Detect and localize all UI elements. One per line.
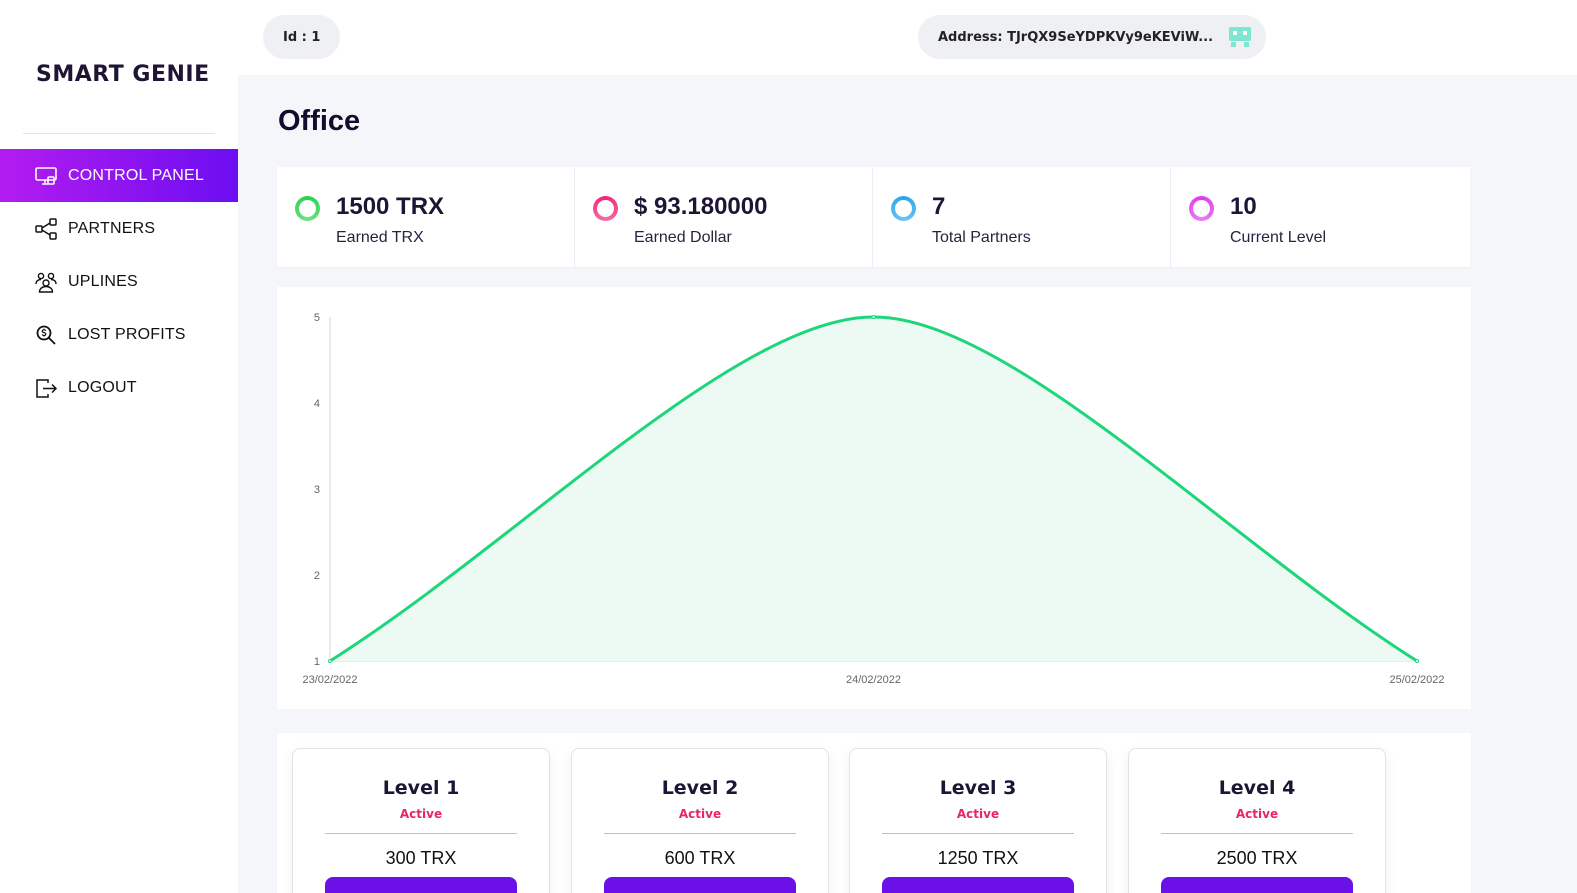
earnings-chart: 1 2 3 4 5 23/02/2022 24/02/2022 25/02/2022: [302, 312, 1444, 686]
stat-value: $ 93.180000: [634, 193, 768, 220]
level-status: Active: [1235, 807, 1279, 821]
user-id-text: Id : 1: [283, 29, 321, 45]
level-divider: [882, 833, 1074, 834]
level-status: Active: [399, 807, 443, 821]
sidebar: SMART GENIE CONTROL PANEL PARTNERS UPLIN…: [0, 0, 238, 893]
main-content: Office 1500 TRX Earned TRX $ 93.180000 E…: [238, 75, 1577, 893]
stat-label: Total Partners: [932, 229, 1031, 246]
stat-earned-trx: 1500 TRX Earned TRX: [277, 167, 575, 267]
wallet-address-text: Address: TJrQX9SeYDPKVy9eKEViW...: [938, 29, 1214, 45]
level-price: 600 TRX: [664, 848, 736, 868]
ring-icon: [295, 196, 320, 221]
sidebar-divider: [23, 133, 215, 134]
search-dollar-icon: [34, 323, 58, 347]
sidebar-item-label: CONTROL PANEL: [68, 166, 204, 184]
level-card: Level 2 Active 600 TRX: [571, 748, 829, 893]
data-point: [871, 315, 876, 319]
level-divider: [325, 833, 517, 834]
sidebar-item-uplines[interactable]: UPLINES: [0, 255, 238, 308]
logout-icon: [34, 376, 58, 400]
stat-current-level: 10 Current Level: [1171, 167, 1469, 267]
ring-icon: [891, 196, 916, 221]
sidebar-item-logout[interactable]: LOGOUT: [0, 361, 238, 414]
share-icon: [34, 217, 58, 241]
sidebar-item-label: PARTNERS: [68, 219, 156, 237]
ring-icon: [593, 196, 618, 221]
chart-area-fill: [330, 317, 1417, 661]
level-action-button[interactable]: [1161, 877, 1353, 893]
level-action-button[interactable]: [325, 877, 517, 893]
level-price: 2500 TRX: [1216, 848, 1298, 868]
level-action-button[interactable]: [882, 877, 1074, 893]
ring-icon: [1189, 196, 1214, 221]
sidebar-item-label: LOGOUT: [68, 378, 137, 396]
x-tick-label: 23/02/2022: [302, 674, 357, 686]
level-name: Level 3: [939, 777, 1017, 799]
level-name: Level 1: [382, 777, 460, 799]
y-tick-label: 4: [314, 398, 320, 410]
level-action-button[interactable]: [604, 877, 796, 893]
level-price: 1250 TRX: [937, 848, 1019, 868]
level-status: Active: [678, 807, 722, 821]
user-id-badge: Id : 1: [263, 15, 341, 59]
level-name: Level 4: [1218, 777, 1296, 799]
users-icon: [34, 270, 58, 294]
wallet-address-pill[interactable]: Address: TJrQX9SeYDPKVy9eKEViW...: [918, 15, 1266, 59]
stat-value: 1500 TRX: [336, 193, 445, 220]
y-tick-label: 5: [314, 312, 320, 324]
levels-section: Level 1 Active 300 TRX Level 2 Active 60…: [277, 733, 1471, 893]
level-price: 300 TRX: [385, 848, 457, 868]
app-root: SMART GENIE CONTROL PANEL PARTNERS UPLIN…: [0, 0, 1577, 893]
stat-label: Earned TRX: [336, 229, 424, 246]
monitor-icon: [34, 164, 58, 188]
robot-avatar-icon: [1228, 25, 1252, 49]
page-title: Office: [278, 105, 361, 137]
stat-label: Current Level: [1230, 229, 1327, 246]
x-tick-label: 25/02/2022: [1389, 674, 1444, 686]
x-tick-label: 24/02/2022: [846, 674, 901, 686]
top-bar: Id : 1 Address: TJrQX9SeYDPKVy9eKEViW...: [238, 0, 1577, 75]
stat-earned-dollar: $ 93.180000 Earned Dollar: [575, 167, 873, 267]
level-status: Active: [956, 807, 1000, 821]
stat-value: 7: [932, 193, 946, 220]
y-tick-label: 3: [314, 484, 320, 496]
level-divider: [604, 833, 796, 834]
level-card: Level 1 Active 300 TRX: [292, 748, 550, 893]
data-point: [328, 659, 332, 663]
sidebar-item-label: UPLINES: [68, 272, 138, 290]
y-tick-label: 1: [314, 656, 320, 668]
stat-total-partners: 7 Total Partners: [873, 167, 1171, 267]
data-point: [1415, 659, 1419, 663]
level-card: Level 3 Active 1250 TRX: [849, 748, 1107, 893]
brand-logo[interactable]: SMART GENIE: [36, 62, 210, 87]
sidebar-nav: CONTROL PANEL PARTNERS UPLINES LOST PROF…: [0, 149, 238, 414]
stat-value: 10: [1230, 193, 1257, 220]
level-divider: [1161, 833, 1353, 834]
stats-bar: 1500 TRX Earned TRX $ 93.180000 Earned D…: [277, 167, 1470, 267]
sidebar-item-label: LOST PROFITS: [68, 325, 186, 343]
sidebar-item-partners[interactable]: PARTNERS: [0, 202, 238, 255]
level-name: Level 2: [661, 777, 739, 799]
sidebar-item-control-panel[interactable]: CONTROL PANEL: [0, 149, 238, 202]
stat-label: Earned Dollar: [634, 229, 732, 246]
level-card: Level 4 Active 2500 TRX: [1128, 748, 1386, 893]
y-tick-label: 2: [314, 570, 320, 582]
earnings-chart-card: 1 2 3 4 5 23/02/2022 24/02/2022 25/02/2022: [277, 287, 1471, 709]
sidebar-item-lost-profits[interactable]: LOST PROFITS: [0, 308, 238, 361]
